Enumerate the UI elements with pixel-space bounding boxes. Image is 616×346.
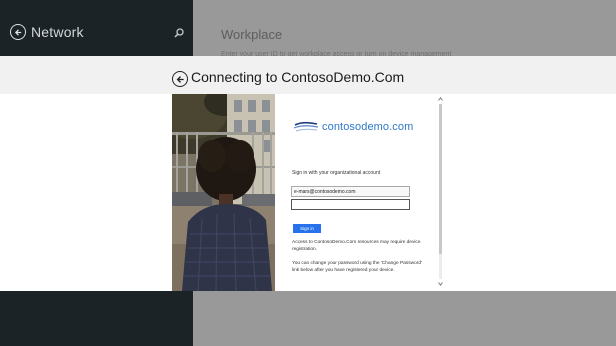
logo-text: contosodemo.com <box>322 121 414 133</box>
back-arrow-icon[interactable] <box>172 71 188 87</box>
person-photo <box>172 94 275 291</box>
scroll-up-icon[interactable] <box>437 96 443 102</box>
password-info-text: You can change your password using the '… <box>292 261 422 273</box>
sign-in-heading: Sign in with your organizational account <box>292 170 381 176</box>
password-field[interactable] <box>291 199 410 210</box>
email-field[interactable] <box>291 186 410 197</box>
contoso-logo-icon <box>293 121 319 132</box>
registration-info-text: Access to ContosoDemo.Com resources may … <box>292 240 421 252</box>
nav-header: Network <box>10 24 84 40</box>
scroll-down-icon[interactable] <box>437 281 443 287</box>
nav-title: Network <box>31 24 84 40</box>
company-logo: contosodemo.com <box>293 121 413 133</box>
background-page-title: Workplace <box>221 27 283 42</box>
screen: Network Workplace Enter your user ID to … <box>0 0 616 346</box>
dialog-title: Connecting to ContosoDemo.Com <box>191 69 405 85</box>
scrollbar[interactable] <box>437 96 443 287</box>
search-icon[interactable] <box>174 28 184 38</box>
back-arrow-icon[interactable] <box>10 24 26 40</box>
sign-in-button[interactable]: Sign in <box>293 224 321 233</box>
scroll-thumb[interactable] <box>439 104 442 254</box>
